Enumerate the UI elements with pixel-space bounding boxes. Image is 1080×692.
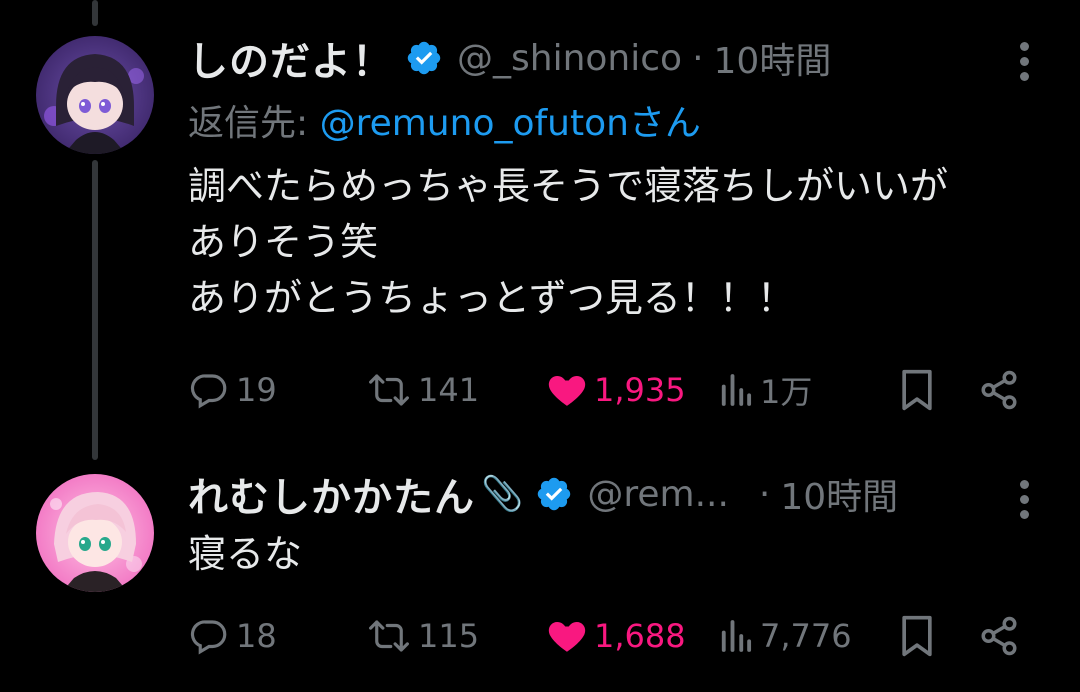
verified-badge-icon	[407, 41, 441, 75]
action-bar: 18 115 1,688 7,776	[188, 606, 1038, 666]
bookmark-icon	[902, 369, 932, 411]
user-handle[interactable]: @rem...	[587, 474, 729, 515]
views-count: 7,776	[760, 617, 852, 655]
views-chart-icon	[721, 620, 752, 652]
timestamp[interactable]: 10時間	[780, 468, 898, 520]
separator-dot: ·	[758, 473, 771, 515]
reply-icon	[190, 620, 227, 655]
tweet-header: れむしかかたん 📎 @rem... · 10時間	[188, 468, 898, 522]
reply-count: 18	[236, 617, 277, 655]
bookmark-button[interactable]	[898, 360, 936, 420]
retweet-icon	[369, 374, 409, 406]
views-chart-icon	[721, 374, 752, 406]
retweet-button[interactable]: 115	[366, 606, 479, 666]
tweet-text: 調べたらめっちゃ長そうで寝落ちしがいいが ありそう笑 ありがとうちょっとずつ見る…	[188, 158, 948, 326]
share-button[interactable]	[978, 606, 1020, 666]
share-icon	[981, 370, 1017, 410]
views-button[interactable]: 7,776	[718, 606, 852, 666]
tweet-text-line: ありがとうちょっとずつ見る！！！	[188, 276, 795, 320]
share-button[interactable]	[978, 360, 1020, 420]
more-options-icon[interactable]	[1012, 42, 1036, 81]
verified-badge-icon	[538, 477, 571, 511]
retweet-button[interactable]: 141	[366, 360, 479, 420]
reply-button[interactable]: 18	[188, 606, 277, 666]
action-bar: 19 141 1,935 1万	[188, 360, 1038, 420]
display-name[interactable]: れむしかかたん	[188, 465, 475, 523]
timestamp[interactable]: 10時間	[714, 32, 832, 84]
reply-icon	[190, 374, 227, 409]
avatar[interactable]	[36, 36, 154, 154]
paperclip-emoji: 📎	[481, 474, 524, 514]
heart-filled-icon	[548, 376, 586, 406]
bookmark-icon	[902, 615, 932, 657]
views-button[interactable]: 1万	[718, 360, 812, 420]
like-button[interactable]: 1,935	[546, 360, 686, 420]
reply-count: 19	[236, 371, 277, 409]
reply-to-line: 返信先: @remuno_ofutonさん	[188, 94, 701, 146]
like-count: 1,935	[594, 371, 686, 409]
user-handle[interactable]: @_shinonico	[457, 38, 682, 79]
reply-mention-link[interactable]: @remuno_ofutonさん	[320, 103, 701, 144]
reply-to-label: 返信先:	[188, 103, 320, 144]
views-count: 1万	[760, 373, 813, 411]
avatar[interactable]	[36, 474, 154, 592]
retweet-icon	[369, 620, 409, 652]
like-count: 1,688	[594, 617, 686, 655]
display-name[interactable]: しのだよ！	[188, 29, 393, 87]
tweet-header: しのだよ！ @_shinonico · 10時間	[188, 32, 832, 86]
like-button[interactable]: 1,688	[546, 606, 686, 666]
tweet-text-line: 寝るな	[188, 532, 303, 576]
heart-filled-icon	[548, 622, 586, 652]
tweet-text: 寝るな	[188, 526, 302, 582]
retweet-count: 115	[418, 617, 480, 655]
share-icon	[981, 616, 1017, 656]
tweet-remuno[interactable]: れむしかかたん 📎 @rem... · 10時間 寝るな 18 115 1,68…	[0, 450, 1080, 692]
tweet-text-line: 調べたらめっちゃ長そうで寝落ちしがいいが	[188, 164, 949, 208]
tweet-shinonico[interactable]: しのだよ！ @_shinonico · 10時間 返信先: @remuno_of…	[0, 0, 1080, 450]
bookmark-button[interactable]	[898, 606, 936, 666]
separator-dot: ·	[692, 37, 704, 79]
more-options-icon[interactable]	[1012, 480, 1036, 519]
retweet-count: 141	[418, 371, 480, 409]
tweet-text-line: ありそう笑	[188, 220, 379, 264]
reply-button[interactable]: 19	[188, 360, 277, 420]
